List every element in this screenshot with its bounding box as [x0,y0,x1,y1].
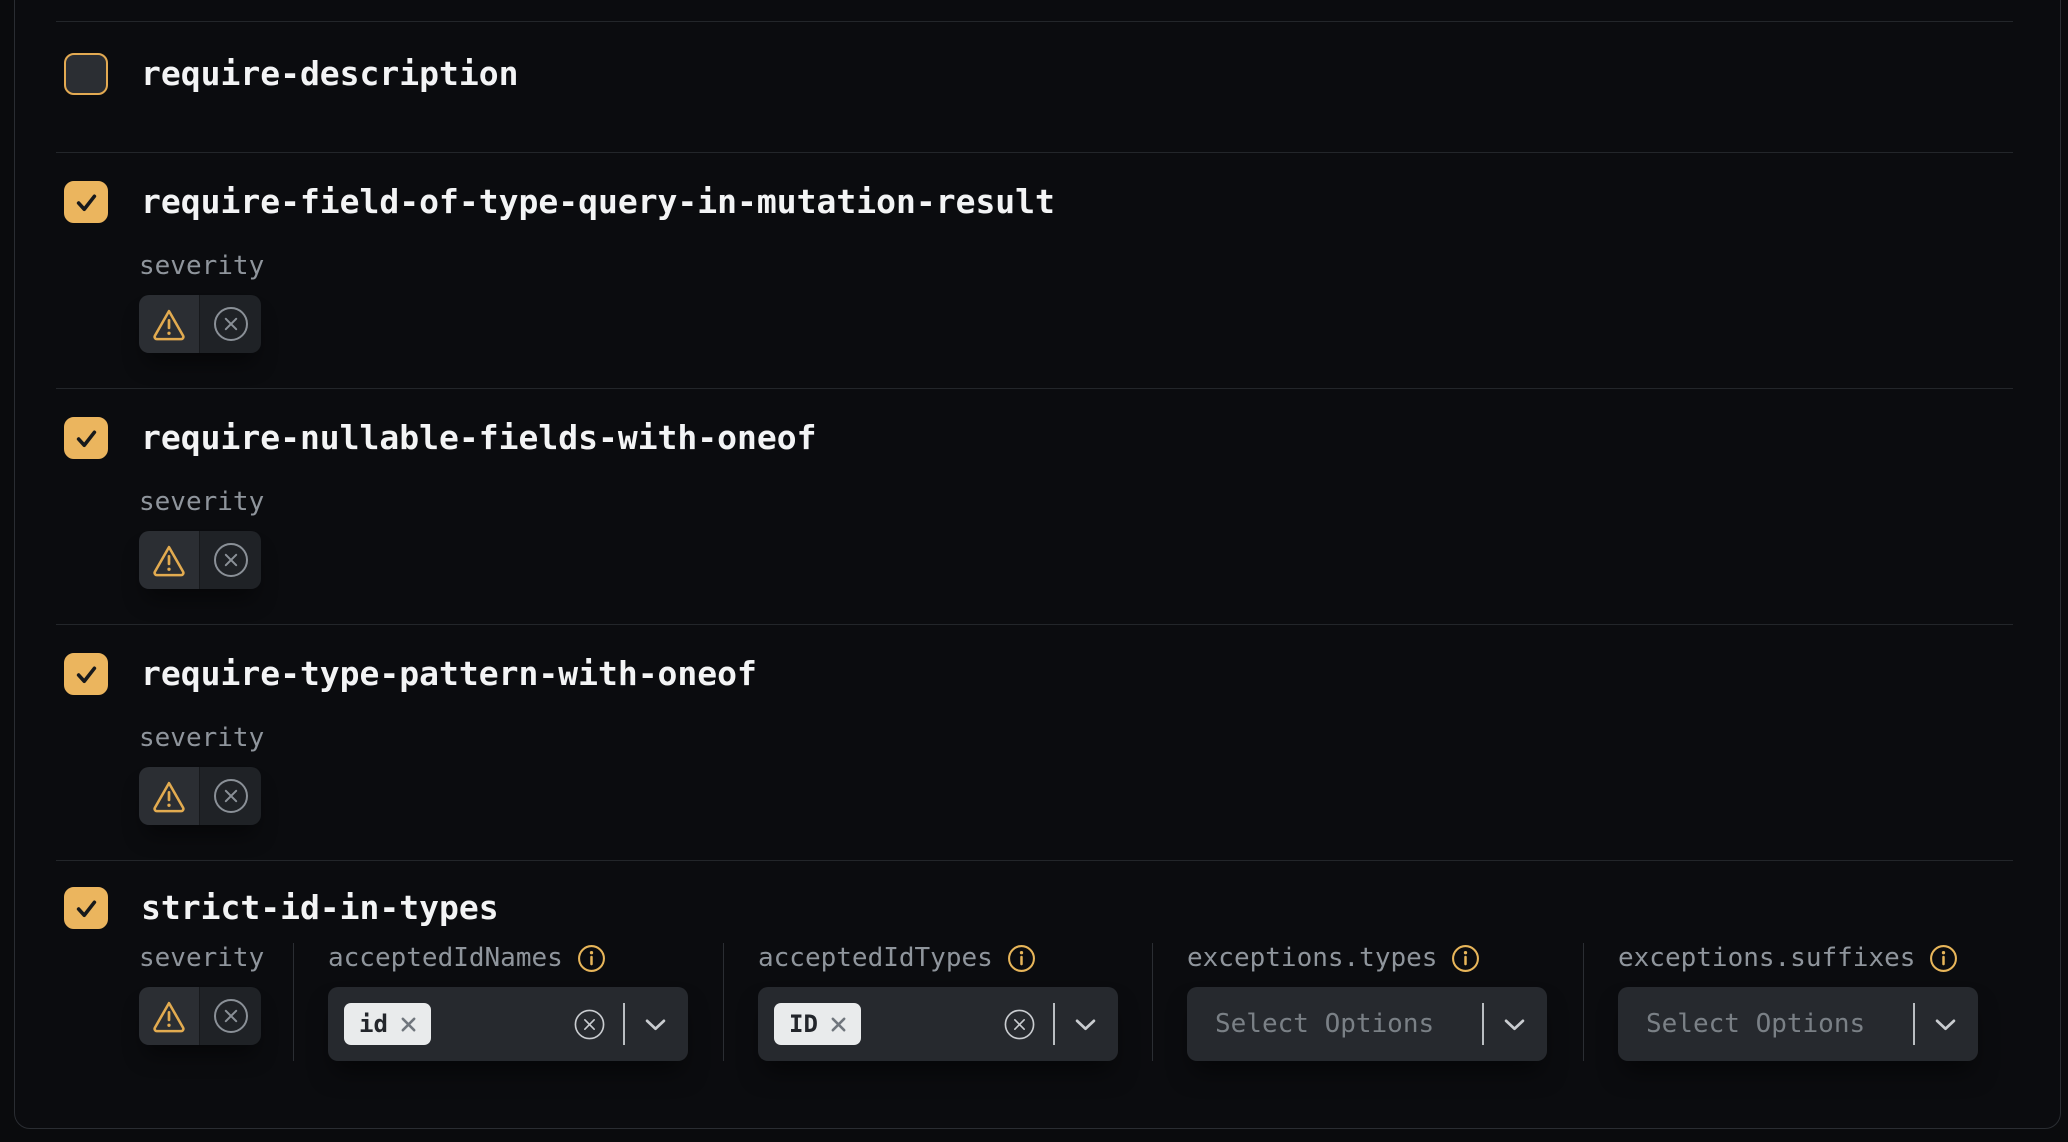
severity-toggle [139,987,261,1045]
circle-x-icon [211,540,251,580]
column-divider [1583,943,1584,1061]
severity-off-button[interactable] [200,767,261,825]
tag-ID: ID [774,1003,861,1045]
panel-top-spacer [56,0,2013,21]
rule-title: require-field-of-type-query-in-mutation-… [141,181,1055,223]
rule-checkbox[interactable] [64,653,108,695]
warning-triangle-icon [149,306,189,342]
warning-triangle-icon [149,778,189,814]
rule-checkbox[interactable] [64,181,108,223]
select-separator [1482,1003,1484,1045]
circle-x-icon [211,304,251,344]
exceptions-suffixes-option-column: exceptions.suffixes Select Options [1618,943,1978,1061]
checkmark-icon [73,425,100,452]
severity-toggle [139,295,261,353]
severity-warn-button[interactable] [139,987,200,1045]
chevron-down-icon[interactable] [1075,1018,1096,1031]
column-divider [1152,943,1153,1061]
select-placeholder: Select Options [1646,1009,1865,1039]
exceptions-suffixes-multiselect[interactable]: Select Options [1618,987,1978,1061]
rule-title: require-type-pattern-with-oneof [141,653,757,695]
tag-value: ID [789,1012,818,1036]
severity-off-button[interactable] [200,531,261,589]
circle-x-icon [211,996,251,1036]
select-placeholder: Select Options [1215,1009,1434,1039]
severity-toggle [139,767,261,825]
warning-triangle-icon [149,542,189,578]
acceptedIdNames-multiselect[interactable]: id [328,987,688,1061]
clear-circle-x-icon [1003,1008,1036,1041]
checkmark-icon [73,189,100,216]
chevron-down-icon[interactable] [645,1018,666,1031]
rule-row-require-nullable-fields-with-oneof: require-nullable-fields-with-oneof sever… [56,388,2013,624]
rule-row-strict-id-in-types: strict-id-in-types severity [56,860,2013,1129]
rule-title: require-nullable-fields-with-oneof [141,417,817,459]
severity-label: severity [139,943,264,973]
select-separator [1913,1003,1915,1045]
severity-off-button[interactable] [200,295,261,353]
rule-checkbox[interactable] [64,887,108,929]
column-divider [293,943,294,1061]
tag-id: id [344,1003,431,1045]
tag-value: id [359,1012,388,1036]
severity-toggle [139,531,261,589]
severity-label: severity [139,251,264,281]
severity-warn-button[interactable] [139,295,200,353]
tag-remove-icon[interactable] [399,1015,418,1034]
select-separator [623,1003,625,1045]
rule-title: require-description [141,53,519,95]
acceptedIdTypes-label: acceptedIdTypes [758,943,993,973]
circle-x-icon [211,776,251,816]
acceptedIdNames-label: acceptedIdNames [328,943,563,973]
exceptions-types-label: exceptions.types [1187,943,1437,973]
info-icon[interactable] [1007,944,1036,973]
info-icon[interactable] [577,944,606,973]
acceptedIdNames-option-column: acceptedIdNames id [328,943,723,1061]
acceptedIdTypes-multiselect[interactable]: ID [758,987,1118,1061]
checkmark-icon [73,661,100,688]
info-icon[interactable] [1451,944,1480,973]
rule-row-require-field-of-type-query-in-mutation-result: require-field-of-type-query-in-mutation-… [56,152,2013,388]
rules-config-panel: require-description require-field-of-typ… [14,0,2061,1129]
clear-circle-x-icon [573,1008,606,1041]
rule-checkbox[interactable] [64,53,108,95]
clear-all-button[interactable] [1003,1008,1036,1041]
exceptions-suffixes-label: exceptions.suffixes [1618,943,1915,973]
rule-row-require-description: require-description [56,21,2013,152]
severity-label: severity [139,723,264,753]
checkmark-icon [73,895,100,922]
clear-all-button[interactable] [573,1008,606,1041]
exceptions-types-option-column: exceptions.types Select Options [1187,943,1583,1061]
rule-checkbox[interactable] [64,417,108,459]
exceptions-types-multiselect[interactable]: Select Options [1187,987,1547,1061]
column-divider [723,943,724,1061]
warning-triangle-icon [149,998,189,1034]
info-icon[interactable] [1929,944,1958,973]
tag-remove-icon[interactable] [829,1015,848,1034]
chevron-down-icon[interactable] [1504,1018,1525,1031]
severity-label: severity [139,487,264,517]
severity-option-column: severity [139,943,293,1061]
chevron-down-icon[interactable] [1935,1018,1956,1031]
rule-title: strict-id-in-types [141,887,499,929]
severity-warn-button[interactable] [139,531,200,589]
severity-off-button[interactable] [200,987,261,1045]
rule-row-require-type-pattern-with-oneof: require-type-pattern-with-oneof severity [56,624,2013,860]
select-separator [1053,1003,1055,1045]
acceptedIdTypes-option-column: acceptedIdTypes ID [758,943,1152,1061]
severity-warn-button[interactable] [139,767,200,825]
